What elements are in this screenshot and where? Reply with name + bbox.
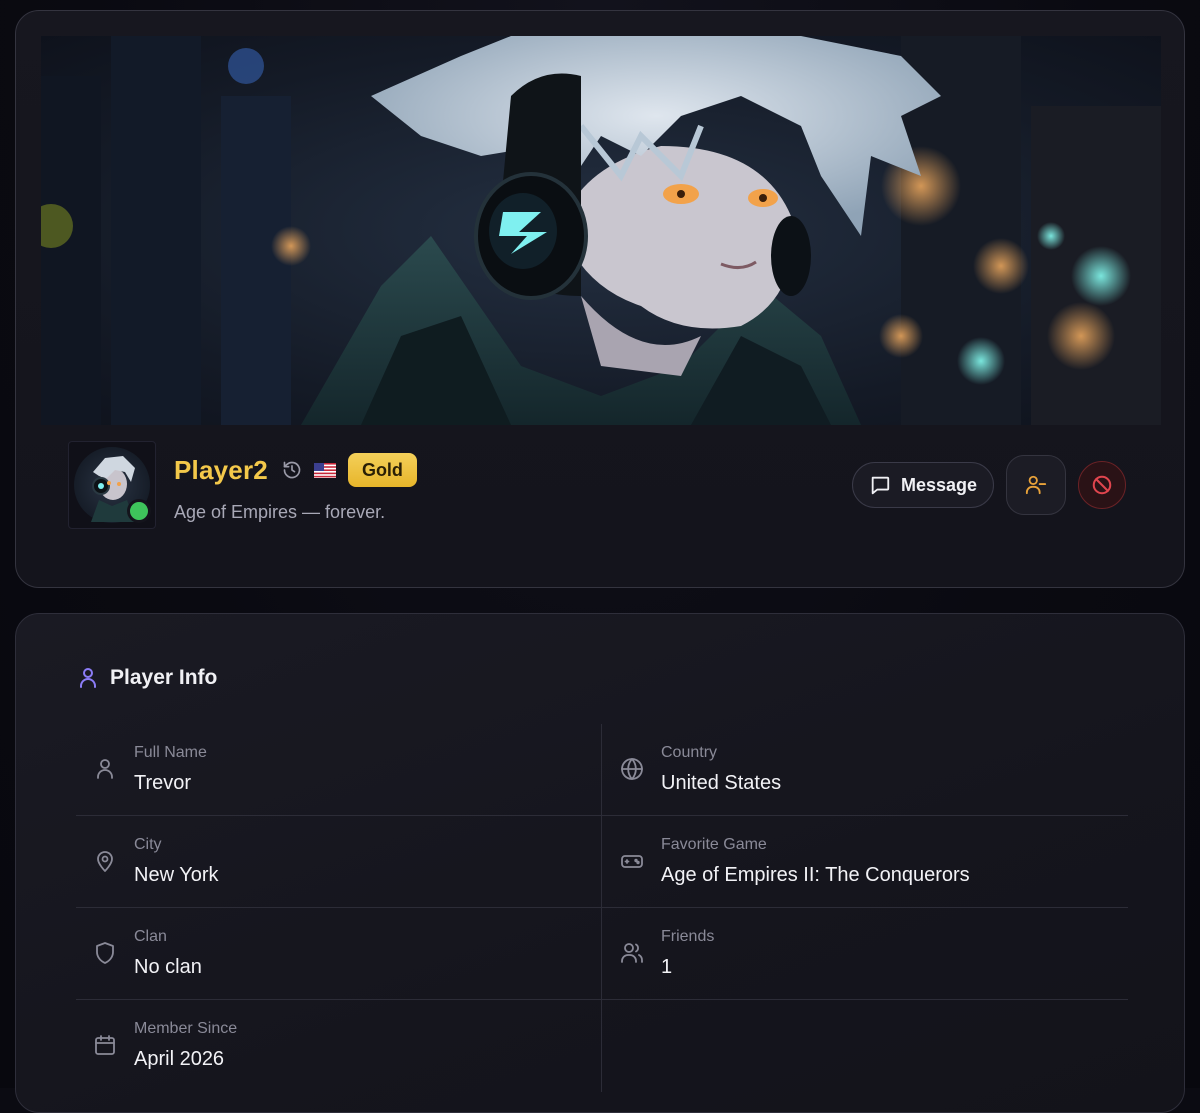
info-value: Trevor [134,772,192,794]
info-label: Clan [134,928,167,945]
users-icon [621,943,643,963]
player-bio: Age of Empires — forever. [174,502,386,522]
profile-banner [41,36,1161,425]
info-clan: Clan No clan [76,908,601,1000]
map-pin-icon [97,851,113,872]
info-empty-cell [601,1000,1128,1092]
info-grid: Full Name Trevor Country United States C… [76,724,1128,1092]
user-icon [97,759,113,779]
player-name: Player2 [174,454,268,485]
player-info-card: Player Info Full Name Trevor Country Uni [15,613,1185,1113]
info-value: April 2026 [134,1048,225,1070]
avatar[interactable] [68,441,156,529]
info-value: United States [661,772,782,794]
info-value: 1 [661,956,673,978]
info-friends: Friends 1 [601,908,1128,1000]
info-value: New York [134,864,219,886]
user-minus-icon [1025,475,1047,495]
player-identity: Player2 Gold Age of Empires — forever. [68,441,417,529]
info-label: City [134,836,162,853]
info-value: Age of Empires II: The Conquerors [661,864,970,886]
info-label: Member Since [134,1020,238,1037]
profile-card: Player2 Gold Age of Empires — forever. M… [15,10,1185,588]
info-favorite-game: Favorite Game Age of Empires II: The Con… [601,816,1128,908]
history-icon[interactable] [282,460,302,480]
online-status-dot [127,499,151,523]
info-city: City New York [76,816,601,908]
remove-friend-button[interactable] [1006,455,1066,515]
info-label: Favorite Game [661,836,767,853]
info-member-since: Member Since April 2026 [76,1000,601,1092]
message-icon [871,476,890,495]
info-value: No clan [134,956,202,978]
message-button-label: Message [900,474,977,495]
message-button[interactable]: Message [851,462,994,508]
flag-us-icon [313,462,336,478]
info-label: Friends [661,928,715,945]
calendar-icon [95,1035,115,1055]
gamepad-icon [621,855,643,868]
name-row: Player2 Gold [174,450,417,490]
block-icon [1092,475,1112,495]
section-title: Player Info [110,666,218,689]
info-label: Country [661,744,718,761]
info-country: Country United States [601,724,1128,816]
rank-badge: Gold [347,453,417,487]
user-icon [80,668,96,688]
name-block: Player2 Gold Age of Empires — forever. [174,441,417,523]
section-header: Player Info [76,666,217,690]
globe-icon [621,758,643,780]
info-full-name: Full Name Trevor [76,724,601,816]
block-user-button[interactable] [1078,461,1126,509]
shield-icon [96,942,114,964]
profile-actions: Message [851,455,1126,515]
info-label: Full Name [134,744,207,761]
